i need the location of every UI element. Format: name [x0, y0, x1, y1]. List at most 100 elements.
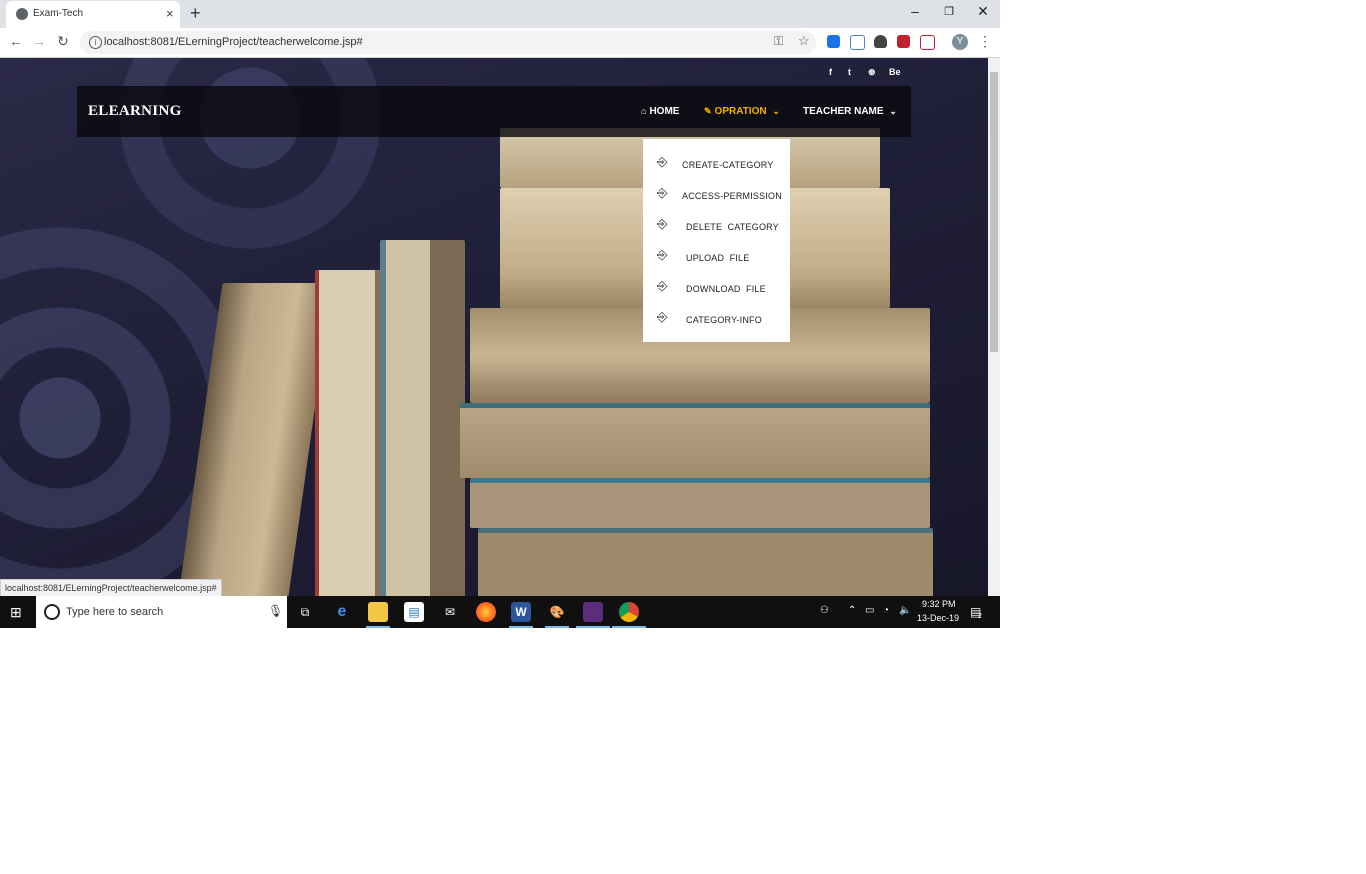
tray-chevron-up-icon[interactable]: ⌃: [848, 605, 856, 616]
sign-in-icon: ⎆: [657, 247, 668, 262]
active-app-indicator: [366, 626, 390, 628]
tab-title: Exam-Tech: [33, 8, 84, 19]
pocket-extension-icon[interactable]: [897, 35, 910, 48]
word-icon[interactable]: W: [511, 602, 531, 622]
app-icon[interactable]: [583, 602, 603, 622]
book-illustration: [470, 478, 930, 528]
twitter-icon[interactable]: t: [848, 67, 851, 77]
browser-toolbar: ← → ↻ i localhost:8081/ELerningProject/t…: [0, 28, 1000, 58]
edge-icon[interactable]: e: [332, 602, 352, 622]
back-icon[interactable]: ←: [8, 33, 24, 49]
wifi-icon[interactable]: ◔: [883, 605, 889, 616]
chrome-menu-icon[interactable]: ⋮: [978, 33, 992, 50]
volume-icon[interactable]: 🔈: [899, 605, 911, 616]
profile-avatar[interactable]: Y: [952, 34, 968, 50]
chevron-down-icon: ⌄: [889, 106, 897, 116]
nav-operation-label: OPRATION: [714, 106, 767, 117]
notes-extension-icon[interactable]: [850, 35, 865, 50]
edit-icon: ✎: [704, 106, 712, 116]
sign-in-icon: ⎆: [657, 216, 668, 231]
book-illustration: [478, 528, 933, 596]
microphone-icon[interactable]: 🎙: [268, 604, 283, 618]
clock-date[interactable]: 13-Dec-19: [917, 613, 959, 623]
url-text: localhost:8081/ELerningProject/teacherwe…: [104, 36, 363, 48]
menu-item-category-info[interactable]: ⎆ CATEGORY-INFO: [657, 309, 782, 335]
pdf-extension-icon[interactable]: [920, 35, 935, 50]
windows-taskbar: ⊞ Type here to search 🎙 ⧉ e ▤ ✉ W 🎨 ⚇ ⌃ …: [0, 596, 1000, 628]
shield-extension-icon[interactable]: [874, 35, 887, 48]
menu-item-label: CREATE-CATEGORY: [682, 160, 774, 170]
active-app-indicator: [612, 626, 646, 628]
cortana-icon: [44, 604, 60, 620]
page-scrollbar[interactable]: [988, 58, 1000, 596]
dribbble-icon[interactable]: ⊛: [868, 67, 876, 78]
scrollbar-thumb[interactable]: [990, 72, 998, 352]
menu-item-download-file[interactable]: ⎆ DOWNLOAD FILE: [657, 278, 782, 304]
nav-home-label: HOME: [649, 106, 680, 117]
forward-icon[interactable]: →: [31, 33, 47, 49]
home-icon: ⌂: [641, 106, 647, 116]
nav-teacher-label: TEACHER NAME: [803, 106, 884, 117]
taskbar-search[interactable]: Type here to search 🎙: [36, 596, 287, 628]
file-explorer-icon[interactable]: [368, 602, 388, 622]
site-navbar: ELEARNING ⌂ HOME ✎ OPRATION ⌄ TEACHER NAME…: [77, 86, 911, 137]
active-app-indicator: [509, 626, 533, 628]
sign-in-icon: ⎆: [657, 154, 668, 169]
menu-item-label: UPLOAD FILE: [686, 253, 750, 263]
bookmark-star-icon[interactable]: ☆: [798, 33, 810, 49]
close-window-button[interactable]: ✕: [973, 3, 993, 20]
behance-icon[interactable]: Be: [889, 67, 901, 77]
menu-item-label: DELETE CATEGORY: [686, 222, 779, 232]
reload-icon[interactable]: ↻: [55, 33, 71, 50]
hero-background: f t ⊛ Be ELEARNING ⌂ HOME ✎ OPRATION ⌄ TEA…: [0, 58, 988, 596]
clock-time[interactable]: 9:32 PM: [922, 599, 956, 609]
store-icon[interactable]: ▤: [404, 602, 424, 622]
chevron-down-icon: ⌄: [772, 106, 780, 116]
new-tab-button[interactable]: +: [190, 3, 201, 24]
task-view-icon[interactable]: ⧉: [295, 602, 315, 622]
sign-in-icon: ⎆: [657, 185, 668, 200]
screen: Exam-Tech × + – ❐ ✕ ← → ↻ i localhost:80…: [0, 0, 1000, 628]
notification-badge: 2: [978, 613, 982, 620]
nav-home[interactable]: ⌂ HOME: [641, 106, 679, 117]
menu-item-access-permission[interactable]: ⎆ ACCESS-PERMISSION: [657, 185, 782, 211]
battery-icon[interactable]: ▭: [865, 605, 874, 616]
extension-icon[interactable]: [827, 35, 840, 48]
active-app-indicator: [576, 626, 610, 628]
status-url-bubble: localhost:8081/ELerningProject/teacherwe…: [0, 579, 222, 597]
key-icon[interactable]: ⚿: [774, 34, 783, 49]
menu-item-label: CATEGORY-INFO: [686, 315, 762, 325]
book-illustration: [315, 270, 385, 596]
restore-button[interactable]: ❐: [939, 5, 959, 18]
globe-icon: [16, 8, 28, 20]
windows-start-icon[interactable]: ⊞: [10, 604, 22, 621]
menu-item-create-category[interactable]: ⎆ CREATE-CATEGORY: [657, 154, 782, 180]
facebook-icon[interactable]: f: [829, 67, 832, 77]
tab-close-icon[interactable]: ×: [166, 6, 174, 21]
book-illustration: [177, 283, 333, 596]
menu-item-label: DOWNLOAD FILE: [686, 284, 766, 294]
menu-item-upload-file[interactable]: ⎆ UPLOAD FILE: [657, 247, 782, 273]
minimize-button[interactable]: –: [905, 3, 925, 19]
info-icon[interactable]: i: [89, 36, 102, 49]
browser-tab[interactable]: Exam-Tech ×: [6, 1, 180, 28]
menu-item-label: ACCESS-PERMISSION: [682, 191, 782, 201]
address-bar[interactable]: i localhost:8081/ELerningProject/teacher…: [80, 31, 816, 54]
nav-operation[interactable]: ✎ OPRATION ⌄: [704, 106, 783, 117]
tab-strip: Exam-Tech × + – ❐ ✕: [0, 0, 1000, 28]
paint-icon[interactable]: 🎨: [547, 602, 567, 622]
book-illustration: [460, 403, 930, 478]
operation-dropdown: ⎆ CREATE-CATEGORY ⎆ ACCESS-PERMISSION ⎆ …: [643, 139, 790, 342]
menu-item-delete-category[interactable]: ⎆ DELETE CATEGORY: [657, 216, 782, 242]
chrome-icon[interactable]: [619, 602, 639, 622]
sign-in-icon: ⎆: [657, 278, 668, 293]
search-placeholder: Type here to search: [66, 606, 164, 618]
firefox-icon[interactable]: [476, 602, 496, 622]
site-brand[interactable]: ELEARNING: [88, 103, 182, 120]
nav-teacher[interactable]: TEACHER NAME ⌄: [803, 106, 900, 117]
sign-in-icon: ⎆: [657, 309, 668, 324]
mail-icon[interactable]: ✉: [440, 602, 460, 622]
active-app-indicator: [545, 626, 569, 628]
book-illustration: [380, 240, 465, 596]
people-icon[interactable]: ⚇: [820, 605, 829, 616]
